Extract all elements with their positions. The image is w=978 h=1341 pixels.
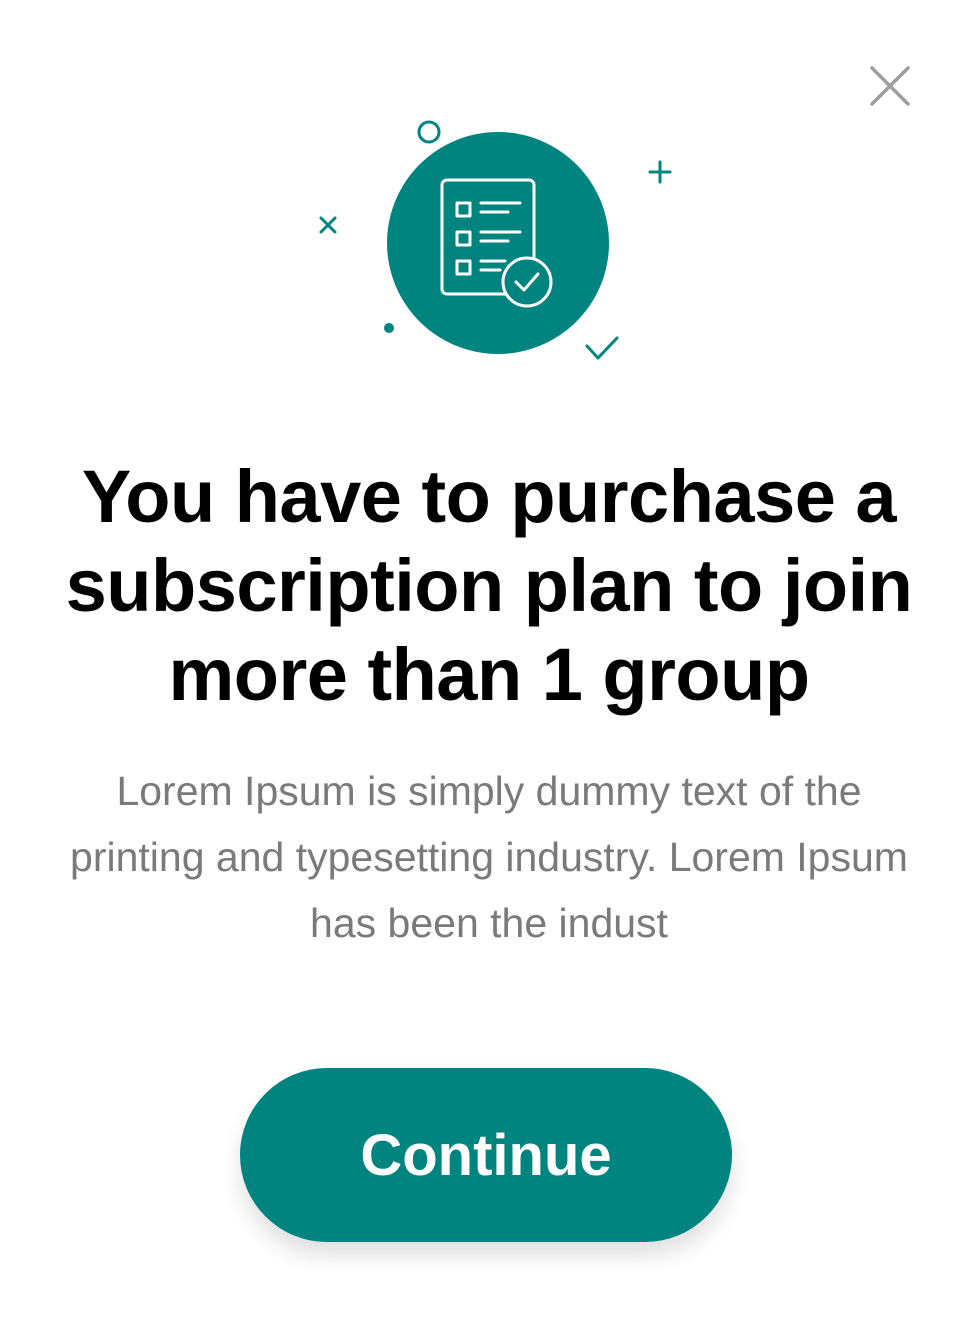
dot-decoration — [384, 323, 394, 333]
check-decoration — [585, 336, 619, 360]
dialog-message: Lorem Ipsum is simply dummy text of the … — [70, 768, 908, 946]
ring-decoration — [417, 120, 441, 144]
dialog-title: You have to purchase a subscription plan… — [65, 455, 913, 716]
close-icon — [870, 66, 910, 106]
icon-circle — [387, 132, 609, 354]
cross-decoration — [319, 216, 337, 234]
close-button[interactable] — [866, 62, 914, 110]
plus-decoration — [648, 160, 672, 184]
continue-button[interactable]: Continue — [240, 1068, 732, 1242]
subscription-illustration — [300, 110, 700, 380]
